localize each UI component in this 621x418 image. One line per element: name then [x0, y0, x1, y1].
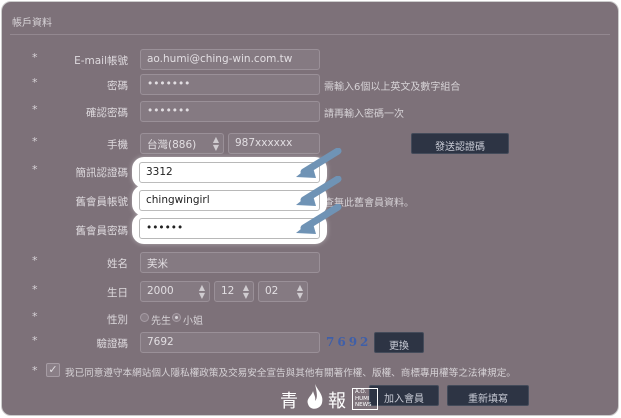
required-mark: *: [32, 310, 38, 323]
birth-month-value: 12: [221, 285, 235, 297]
required-mark: *: [32, 76, 38, 89]
birth-year-select[interactable]: 2000 ▲ ▼: [140, 281, 210, 302]
captcha-label: 驗證碼: [96, 338, 129, 350]
watermark-logo: 青 報 A.O. HUMI NEWS: [280, 384, 380, 415]
birth-day-select[interactable]: 02 ▲ ▼: [258, 281, 308, 302]
name-row: * 姓名 芙米: [2, 252, 618, 274]
confirm-password-label: 確認密碼: [86, 107, 128, 119]
flame-icon: [307, 384, 323, 409]
required-mark: *: [32, 254, 38, 267]
select-arrows-icon: ▲ ▼: [198, 283, 205, 300]
section-divider: [10, 34, 610, 35]
country-code-select[interactable]: 台灣(886) ▲ ▼: [140, 133, 224, 154]
required-mark: *: [32, 163, 38, 176]
gender-female-label: 小姐: [183, 316, 203, 327]
old-account-label: 舊會員帳號: [75, 196, 129, 208]
logo-char-2: 報: [328, 391, 346, 412]
captcha-field[interactable]: 7692: [140, 332, 320, 353]
birth-year-value: 2000: [147, 285, 174, 297]
dimmed-form-overlay: 帳戶資料 * E-mail帳號 ao.humi@ching-win.com.tw…: [1, 1, 619, 416]
gender-row: * 性別 先生 小姐: [2, 308, 618, 330]
birthday-row: * 生日 2000 ▲ ▼ 12 ▲ ▼ 02 ▲ ▼: [2, 281, 618, 303]
logo-badge-line: NEWS: [355, 402, 372, 408]
pointer-arrow-icon: [296, 204, 342, 234]
password-field[interactable]: •••••••: [140, 74, 320, 95]
select-arrows-icon: ▲ ▼: [242, 283, 249, 300]
agreement-checkbox[interactable]: ✓: [46, 363, 60, 377]
captcha-image: 7692: [326, 335, 372, 349]
required-mark: *: [32, 135, 38, 148]
password-hint: 需輸入6個以上英文及數字組合: [324, 82, 461, 93]
email-row: * E-mail帳號 ao.humi@ching-win.com.tw: [2, 49, 618, 71]
password-label: 密碼: [107, 80, 128, 92]
gender-female-radio[interactable]: [172, 313, 181, 322]
required-mark: *: [32, 283, 38, 296]
agreement-text: 我已同意遵守本網站個人隱私權政策及交易安全宣告與其他有關著作權、版權、商標專用權…: [65, 368, 516, 379]
select-arrows-icon: ▲ ▼: [212, 135, 219, 152]
logo-badge: A.O. HUMI NEWS: [352, 388, 378, 410]
section-title: 帳戶資料: [12, 18, 52, 29]
name-field[interactable]: 芙米: [140, 252, 320, 273]
old-password-label: 舊會員密碼: [75, 225, 129, 237]
sms-code-label: 簡訊認證碼: [75, 167, 129, 179]
required-mark: *: [32, 51, 38, 64]
email-label: E-mail帳號: [74, 55, 128, 67]
phone-label: 手機: [107, 139, 128, 151]
gender-male-label: 先生: [151, 316, 171, 327]
gender-label: 性別: [107, 314, 128, 326]
select-arrows-icon: ▲ ▼: [296, 283, 303, 300]
captcha-row: * 驗證碼 7692 7692 更換: [2, 332, 618, 354]
birth-day-value: 02: [265, 285, 279, 297]
password-row: * 密碼 ••••••• 需輸入6個以上英文及數字組合: [2, 74, 618, 96]
birthday-label: 生日: [107, 287, 128, 299]
reset-form-button[interactable]: 重新填寫: [447, 385, 529, 406]
send-code-button[interactable]: 發送認證碼: [411, 133, 509, 154]
required-mark: *: [32, 334, 38, 347]
email-field[interactable]: ao.humi@ching-win.com.tw: [140, 49, 320, 70]
gender-male-radio[interactable]: [140, 313, 149, 322]
country-code-value: 台灣(886): [147, 139, 197, 151]
required-mark: *: [32, 364, 38, 377]
confirm-password-row: * 確認密碼 ••••••• 請再輸入密碼一次: [2, 101, 618, 123]
confirm-password-hint: 請再輸入密碼一次: [324, 109, 404, 120]
required-mark: *: [32, 103, 38, 116]
name-label: 姓名: [107, 258, 128, 270]
agreement-row: * ✓ 我已同意遵守本網站個人隱私權政策及交易安全宣告與其他有關著作權、版權、商…: [2, 362, 618, 384]
logo-char-1: 青: [280, 391, 298, 412]
birth-month-select[interactable]: 12 ▲ ▼: [214, 281, 254, 302]
confirm-password-field[interactable]: •••••••: [140, 101, 320, 122]
refresh-captcha-button[interactable]: 更換: [374, 332, 424, 353]
